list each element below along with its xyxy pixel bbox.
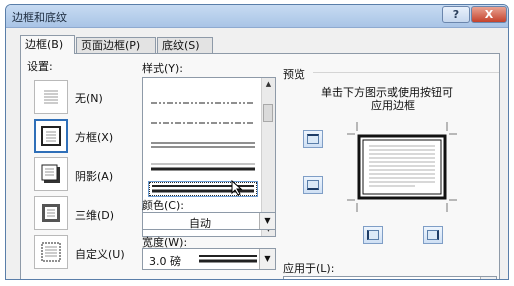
line-style-dash-dot[interactable] (149, 116, 257, 130)
settings-heading: 设置: (27, 60, 53, 73)
setting-box-button[interactable] (34, 119, 68, 153)
mouse-cursor-icon (231, 179, 243, 196)
width-value: 3.0 磅 (149, 255, 181, 268)
left-border-icon (367, 230, 379, 240)
right-border-button[interactable] (423, 226, 443, 244)
close-button[interactable]: X (471, 6, 507, 23)
setting-3d-label: 三维(D) (75, 209, 115, 222)
color-dropdown[interactable]: 自动 ▼ (142, 212, 276, 230)
setting-shadow-button[interactable] (34, 157, 68, 191)
setting-custom-label: 自定义(U) (75, 248, 125, 261)
right-border-icon (427, 230, 439, 240)
help-button[interactable]: ? (442, 6, 470, 23)
box-border-icon (41, 126, 61, 146)
top-border-button[interactable] (303, 130, 323, 148)
shadow-border-icon (41, 164, 61, 184)
tab-shading[interactable]: 底纹(S) (157, 37, 213, 53)
3d-border-icon (41, 203, 61, 223)
color-value: 自动 (189, 217, 211, 230)
setting-box-label: 方框(X) (75, 131, 114, 144)
preview-heading: 预览 (283, 68, 305, 81)
setting-none-label: 无(N) (75, 92, 103, 105)
style-label: 样式(Y): (142, 62, 184, 75)
line-style-thick-thin[interactable] (149, 160, 257, 174)
apply-to-label: 应用于(L): (283, 262, 335, 275)
color-label: 颜色(C): (142, 199, 184, 212)
line-style-double[interactable] (149, 138, 257, 152)
window-title: 边框和底纹 (12, 11, 67, 24)
tab-panel-borders: 设置: 无(N) 方框(X) 阴影(A) 三维(D) 自定义(U) 样式(Y):… (20, 53, 500, 279)
line-style-dash-dot-dot[interactable] (149, 96, 257, 110)
setting-custom-button[interactable] (34, 235, 68, 269)
width-sample-icon (199, 255, 257, 263)
preview-group: 预览 单击下方图示或使用按钮可 应用边框 应用于(L): (283, 66, 499, 279)
left-border-button[interactable] (363, 226, 383, 244)
top-border-icon (307, 134, 319, 144)
setting-none-button[interactable] (34, 80, 68, 114)
borders-and-shading-dialog: 边框和底纹 ? X 边框(B) 页面边框(P) 底纹(S) 设置: 无(N) 方… (5, 4, 509, 280)
chevron-down-icon[interactable]: ▼ (259, 249, 275, 269)
chevron-down-icon[interactable]: ▼ (259, 213, 275, 229)
no-border-icon (41, 87, 61, 107)
apply-to-dropdown[interactable]: ▼ (283, 276, 497, 279)
title-bar: 边框和底纹 ? X (6, 5, 508, 28)
tab-page-border[interactable]: 页面边框(P) (76, 37, 156, 53)
tab-borders[interactable]: 边框(B) (20, 35, 75, 54)
setting-shadow-label: 阴影(A) (75, 170, 114, 183)
custom-border-icon (41, 242, 61, 262)
setting-3d-button[interactable] (34, 196, 68, 230)
scroll-up-icon[interactable]: ▲ (262, 78, 275, 91)
width-dropdown[interactable]: 3.0 磅 ▼ (142, 248, 276, 270)
preview-hint-line2: 应用边框 (371, 99, 415, 112)
scroll-thumb[interactable] (263, 104, 273, 122)
chevron-down-icon[interactable]: ▼ (480, 277, 496, 279)
bottom-border-icon (307, 180, 319, 190)
preview-page[interactable] (345, 122, 459, 212)
bottom-border-button[interactable] (303, 176, 323, 194)
